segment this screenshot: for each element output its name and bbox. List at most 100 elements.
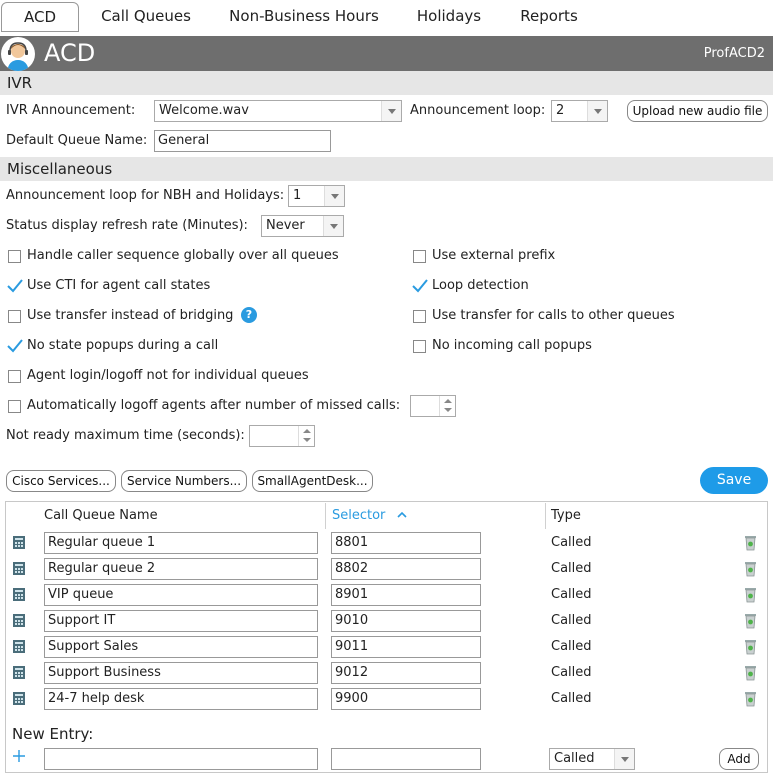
phone-book-icon[interactable] (12, 561, 26, 576)
chevron-down-icon (323, 216, 343, 236)
refresh-rate-label: Status display refresh rate (Minutes): (6, 218, 248, 233)
queue-type: Called (551, 691, 592, 706)
new-entry-selector-input[interactable] (331, 748, 481, 770)
delete-icon[interactable] (744, 561, 757, 577)
agent-login-checkbox[interactable] (8, 370, 21, 383)
help-icon[interactable]: ? (241, 307, 257, 323)
tab-acd[interactable]: ACD (1, 2, 79, 32)
phone-book-icon[interactable] (12, 639, 26, 654)
agent-login-label: Agent login/logoff not for individual qu… (27, 368, 309, 383)
column-divider (325, 503, 326, 529)
queue-name-input[interactable]: VIP queue (44, 584, 318, 606)
queue-type: Called (551, 535, 592, 550)
queue-type: Called (551, 587, 592, 602)
new-entry-type-select[interactable]: Called (549, 748, 635, 770)
ivr-announcement-value: Welcome.wav (159, 103, 249, 118)
upload-audio-button[interactable]: Upload new audio file (627, 100, 768, 122)
queue-name-input[interactable]: Support Business (44, 662, 318, 684)
queue-type: Called (551, 561, 592, 576)
tab-non-business-hours[interactable]: Non-Business Hours (218, 2, 390, 32)
stepper-arrows-icon[interactable] (439, 396, 455, 416)
phone-book-icon[interactable] (12, 535, 26, 550)
refresh-rate-select[interactable]: Never (261, 215, 344, 237)
transfer-other-label: Use transfer for calls to other queues (432, 308, 675, 323)
missed-calls-stepper[interactable] (410, 395, 456, 417)
use-cti-checkbox[interactable] (7, 279, 23, 293)
ivr-announcement-select[interactable]: Welcome.wav (154, 100, 402, 122)
ivr-section-header: IVR (0, 71, 773, 95)
external-prefix-checkbox[interactable] (413, 250, 426, 263)
delete-icon[interactable] (744, 665, 757, 681)
queue-name-input[interactable]: Support Sales (44, 636, 318, 658)
nbh-loop-select[interactable]: 1 (288, 185, 345, 207)
delete-icon[interactable] (744, 535, 757, 551)
queue-selector-input[interactable]: 9012 (331, 662, 481, 684)
queue-selector-input[interactable]: 8901 (331, 584, 481, 606)
queue-selector-input[interactable]: 9011 (331, 636, 481, 658)
phone-book-icon[interactable] (12, 587, 26, 602)
small-agent-desk-button[interactable]: SmallAgentDesk... (252, 470, 373, 492)
sort-ascending-icon[interactable] (397, 511, 407, 518)
delete-icon[interactable] (744, 587, 757, 603)
announcement-loop-select[interactable]: 2 (551, 100, 608, 122)
delete-icon[interactable] (744, 639, 757, 655)
queue-type: Called (551, 665, 592, 680)
phone-book-icon[interactable] (12, 691, 26, 706)
no-state-popups-label: No state popups during a call (27, 338, 219, 353)
queue-selector-input[interactable]: 8801 (331, 532, 481, 554)
chevron-down-icon (587, 101, 607, 121)
queue-name-input[interactable]: Support IT (44, 610, 318, 632)
no-state-popups-checkbox[interactable] (7, 339, 23, 353)
transfer-bridging-label: Use transfer instead of bridging (27, 308, 234, 323)
no-incoming-popups-checkbox[interactable] (413, 340, 426, 353)
queue-selector-input[interactable]: 8802 (331, 558, 481, 580)
no-incoming-popups-label: No incoming call popups (432, 338, 592, 353)
ivr-announcement-label: IVR Announcement: (6, 103, 136, 118)
chevron-down-icon (614, 749, 634, 769)
transfer-other-checkbox[interactable] (413, 310, 426, 323)
auto-logoff-label: Automatically logoff agents after number… (27, 398, 401, 413)
use-cti-label: Use CTI for agent call states (27, 278, 211, 293)
new-entry-label: New Entry: (12, 725, 94, 743)
column-header-type[interactable]: Type (551, 508, 581, 524)
column-header-selector[interactable]: Selector (332, 508, 385, 524)
delete-icon[interactable] (744, 613, 757, 629)
queue-name-input[interactable]: Regular queue 1 (44, 532, 318, 554)
phone-book-icon[interactable] (12, 665, 26, 680)
stepper-arrows-icon[interactable] (298, 426, 314, 446)
agent-avatar-icon (1, 37, 35, 71)
add-button[interactable]: Add (719, 748, 759, 770)
queue-name-input[interactable]: Regular queue 2 (44, 558, 318, 580)
handle-sequence-label: Handle caller sequence globally over all… (27, 248, 339, 263)
external-prefix-label: Use external prefix (432, 248, 556, 263)
misc-section-header: Miscellaneous (0, 157, 773, 181)
nbh-loop-label: Announcement loop for NBH and Holidays: (6, 188, 285, 203)
loop-detection-checkbox[interactable] (412, 279, 428, 293)
auto-logoff-checkbox[interactable] (8, 400, 21, 413)
tab-reports[interactable]: Reports (508, 2, 590, 32)
queue-selector-input[interactable]: 9900 (331, 688, 481, 710)
queue-selector-input[interactable]: 9010 (331, 610, 481, 632)
phone-book-icon[interactable] (12, 613, 26, 628)
tab-call-queues[interactable]: Call Queues (92, 2, 200, 32)
cisco-services-button[interactable]: Cisco Services... (6, 470, 116, 492)
queue-name-input[interactable]: 24-7 help desk (44, 688, 318, 710)
default-queue-input[interactable]: General (154, 130, 331, 152)
column-header-name[interactable]: Call Queue Name (44, 508, 158, 524)
announcement-loop-label: Announcement loop: (410, 103, 546, 118)
transfer-bridging-checkbox[interactable] (8, 310, 21, 323)
new-entry-name-input[interactable] (44, 748, 318, 770)
announcement-loop-value: 2 (556, 103, 565, 118)
not-ready-stepper[interactable] (249, 425, 315, 447)
not-ready-label: Not ready maximum time (seconds): (6, 428, 245, 443)
nbh-loop-value: 1 (293, 188, 302, 203)
service-numbers-button[interactable]: Service Numbers... (121, 470, 247, 492)
tab-holidays[interactable]: Holidays (408, 2, 490, 32)
plus-icon[interactable] (12, 749, 26, 763)
save-button[interactable]: Save (700, 467, 768, 494)
top-tabs: ACD Call Queues Non-Business Hours Holid… (0, 0, 773, 36)
profile-name: ProfACD2 (703, 46, 765, 61)
delete-icon[interactable] (744, 691, 757, 707)
handle-sequence-checkbox[interactable] (8, 250, 21, 263)
refresh-rate-value: Never (266, 218, 305, 233)
